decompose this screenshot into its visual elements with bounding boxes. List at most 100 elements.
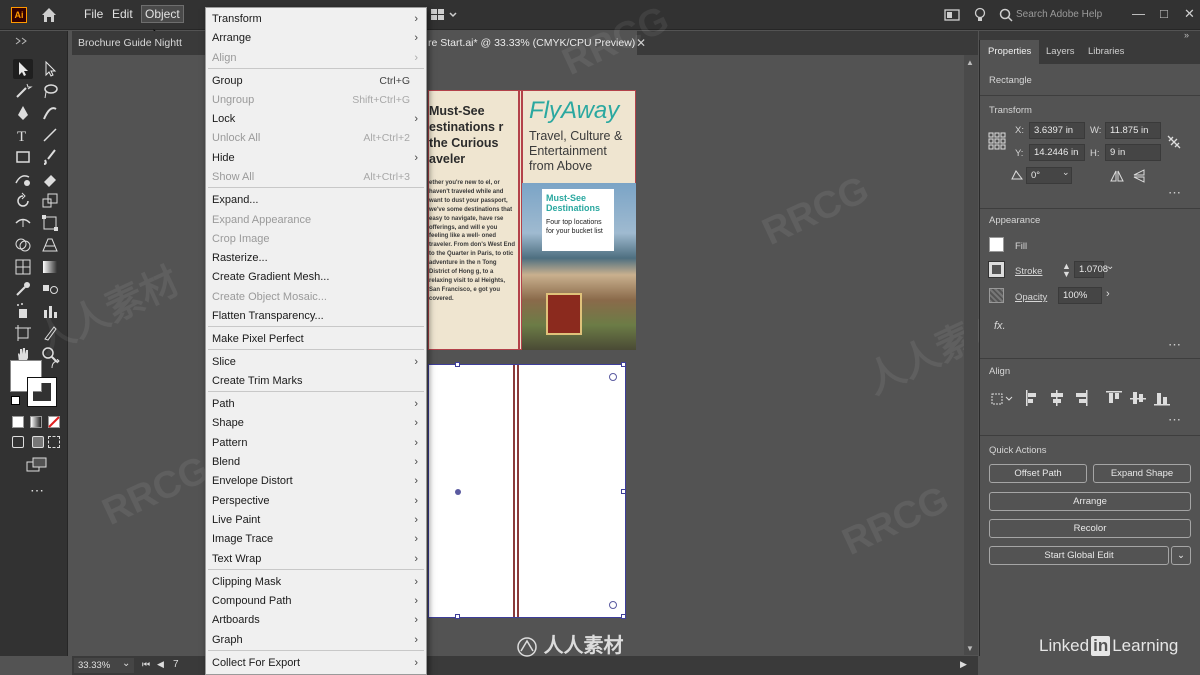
tab-brochure-guide[interactable]: Brochure Guide Nightt [72, 31, 182, 55]
menu-item-collect-for-export[interactable]: Collect For Export › [206, 654, 426, 673]
artboard-number-field[interactable]: 7 [173, 659, 179, 670]
swap-fill-stroke-icon[interactable] [50, 359, 62, 371]
menu-item-lock[interactable]: Lock › [206, 110, 426, 129]
search-input[interactable]: Search Adobe Help [1004, 6, 1124, 24]
opacity-arrow-icon[interactable]: › [1106, 288, 1110, 300]
eyedropper-tool-icon[interactable] [13, 279, 33, 299]
menu-object[interactable]: Object [141, 5, 184, 23]
menu-item-compound-path[interactable]: Compound Path › [206, 592, 426, 611]
panel-collapse-icon[interactable]: » [1184, 30, 1189, 40]
menu-item-create-trim-marks[interactable]: Create Trim Marks [206, 372, 426, 391]
magic-wand-tool-icon[interactable] [13, 81, 33, 101]
artboard-brochure-front[interactable]: Must-See estinations r the Curious avele… [428, 90, 636, 350]
reference-point-icon[interactable] [988, 132, 1006, 150]
menu-item-expand[interactable]: Expand... [206, 191, 426, 210]
height-field[interactable]: 9 in [1105, 144, 1161, 161]
menu-item-ungroup[interactable]: Ungroup Shift+Ctrl+G [206, 91, 426, 110]
menu-item-expand-appearance[interactable]: Expand Appearance [206, 211, 426, 230]
corner-widget[interactable] [609, 601, 617, 609]
menu-item-clipping-mask[interactable]: Clipping Mask › [206, 573, 426, 592]
selection-handle[interactable] [621, 362, 626, 367]
menu-item-blend[interactable]: Blend › [206, 453, 426, 472]
line-tool-icon[interactable] [40, 125, 60, 145]
shaper-tool-icon[interactable] [13, 169, 33, 189]
corner-widget[interactable] [609, 373, 617, 381]
symbol-sprayer-tool-icon[interactable] [13, 301, 33, 321]
global-edit-dropdown-icon[interactable]: ⌄ [1171, 546, 1191, 565]
align-to-icon[interactable] [990, 390, 1014, 406]
selection-handle[interactable] [621, 614, 626, 619]
menu-item-flatten-transparency[interactable]: Flatten Transparency... [206, 307, 426, 326]
more-tools-icon[interactable]: ⋯ [30, 482, 44, 499]
minimize-icon[interactable]: — [1132, 6, 1145, 21]
menu-item-align[interactable]: Align › [206, 49, 426, 68]
draw-normal-icon[interactable] [12, 436, 24, 448]
scale-tool-icon[interactable] [40, 191, 60, 211]
eraser-tool-icon[interactable] [40, 169, 60, 189]
vertical-scrollbar[interactable] [964, 55, 978, 655]
arrange-documents-icon[interactable] [430, 8, 458, 22]
direct-selection-tool-icon[interactable] [40, 59, 60, 79]
stroke-stepper-icon[interactable]: ▲ ▼ [1062, 262, 1071, 279]
color-mode-icon[interactable] [12, 416, 24, 428]
artboard-brochure-back[interactable] [428, 362, 626, 619]
close-icon[interactable]: ✕ [1184, 6, 1195, 22]
menu-item-crop-image[interactable]: Crop Image [206, 230, 426, 249]
perspective-grid-tool-icon[interactable] [40, 235, 60, 255]
tab-properties[interactable]: Properties [980, 40, 1040, 64]
stroke-swatch[interactable] [27, 377, 57, 407]
menu-item-artboards[interactable]: Artboards › [206, 611, 426, 630]
expand-shape-button[interactable]: Expand Shape [1093, 464, 1191, 483]
stroke-label[interactable]: Stroke [1015, 266, 1042, 277]
selection-handle[interactable] [455, 362, 460, 367]
rotate-tool-icon[interactable] [13, 191, 33, 211]
blend-tool-icon[interactable] [40, 279, 60, 299]
y-field[interactable]: 14.2446 in [1029, 144, 1085, 161]
recolor-button[interactable]: Recolor [989, 519, 1191, 538]
menu-item-path[interactable]: Path › [206, 395, 426, 414]
menu-item-create-gradient-mesh[interactable]: Create Gradient Mesh... [206, 268, 426, 287]
gradient-tool-icon[interactable] [40, 257, 60, 277]
curvature-tool-icon[interactable] [40, 103, 60, 123]
panel-collapse-icon[interactable] [14, 37, 54, 45]
selection-handle[interactable] [621, 489, 626, 494]
draw-behind-icon[interactable] [32, 436, 44, 448]
width-field[interactable]: 11.875 in [1105, 122, 1161, 139]
offset-path-button[interactable]: Offset Path [989, 464, 1087, 483]
free-transform-tool-icon[interactable] [40, 213, 60, 233]
menu-item-perspective[interactable]: Perspective › [206, 492, 426, 511]
maximize-icon[interactable]: □ [1160, 6, 1168, 21]
tab-layers[interactable]: Layers [1038, 40, 1083, 64]
opacity-label[interactable]: Opacity [1015, 292, 1047, 303]
gradient-mode-icon[interactable] [30, 416, 42, 428]
none-mode-icon[interactable] [48, 416, 60, 428]
menu-item-rasterize[interactable]: Rasterize... [206, 249, 426, 268]
lasso-tool-icon[interactable] [40, 81, 60, 101]
menu-item-shape[interactable]: Shape › [206, 414, 426, 433]
default-colors-icon[interactable] [11, 396, 20, 405]
menu-item-show-all[interactable]: Show All Alt+Ctrl+3 [206, 168, 426, 187]
arrange-button[interactable]: Arrange [989, 492, 1191, 511]
menu-item-hide[interactable]: Hide › [206, 149, 426, 168]
more-options-icon[interactable]: ⋯ [1168, 185, 1182, 201]
rotate-dropdown-icon[interactable]: ⌄ [1062, 167, 1070, 178]
menu-item-image-trace[interactable]: Image Trace › [206, 530, 426, 549]
fx-button[interactable]: fx. [994, 320, 1006, 332]
selection-handle[interactable] [455, 614, 460, 619]
type-tool-icon[interactable]: T [13, 125, 33, 145]
menu-item-text-wrap[interactable]: Text Wrap › [206, 550, 426, 569]
more-options-icon[interactable]: ⋯ [1168, 412, 1182, 428]
shape-builder-tool-icon[interactable] [13, 235, 33, 255]
slice-tool-icon[interactable] [40, 323, 60, 343]
column-graph-tool-icon[interactable] [40, 301, 60, 321]
artboard-tool-icon[interactable] [13, 323, 33, 343]
menu-item-create-object-mosaic[interactable]: Create Object Mosaic... [206, 288, 426, 307]
pen-tool-icon[interactable] [13, 103, 33, 123]
menu-item-group[interactable]: Group Ctrl+G [206, 72, 426, 91]
first-artboard-icon[interactable]: ⏮ [142, 659, 150, 670]
menu-item-make-pixel-perfect[interactable]: Make Pixel Perfect [206, 330, 426, 349]
tab-libraries[interactable]: Libraries [1080, 40, 1132, 64]
stroke-dropdown-icon[interactable]: ⌄ [1106, 261, 1114, 272]
scroll-right-icon[interactable]: ▶ [960, 659, 967, 670]
align-buttons-icon[interactable] [1024, 389, 1174, 407]
